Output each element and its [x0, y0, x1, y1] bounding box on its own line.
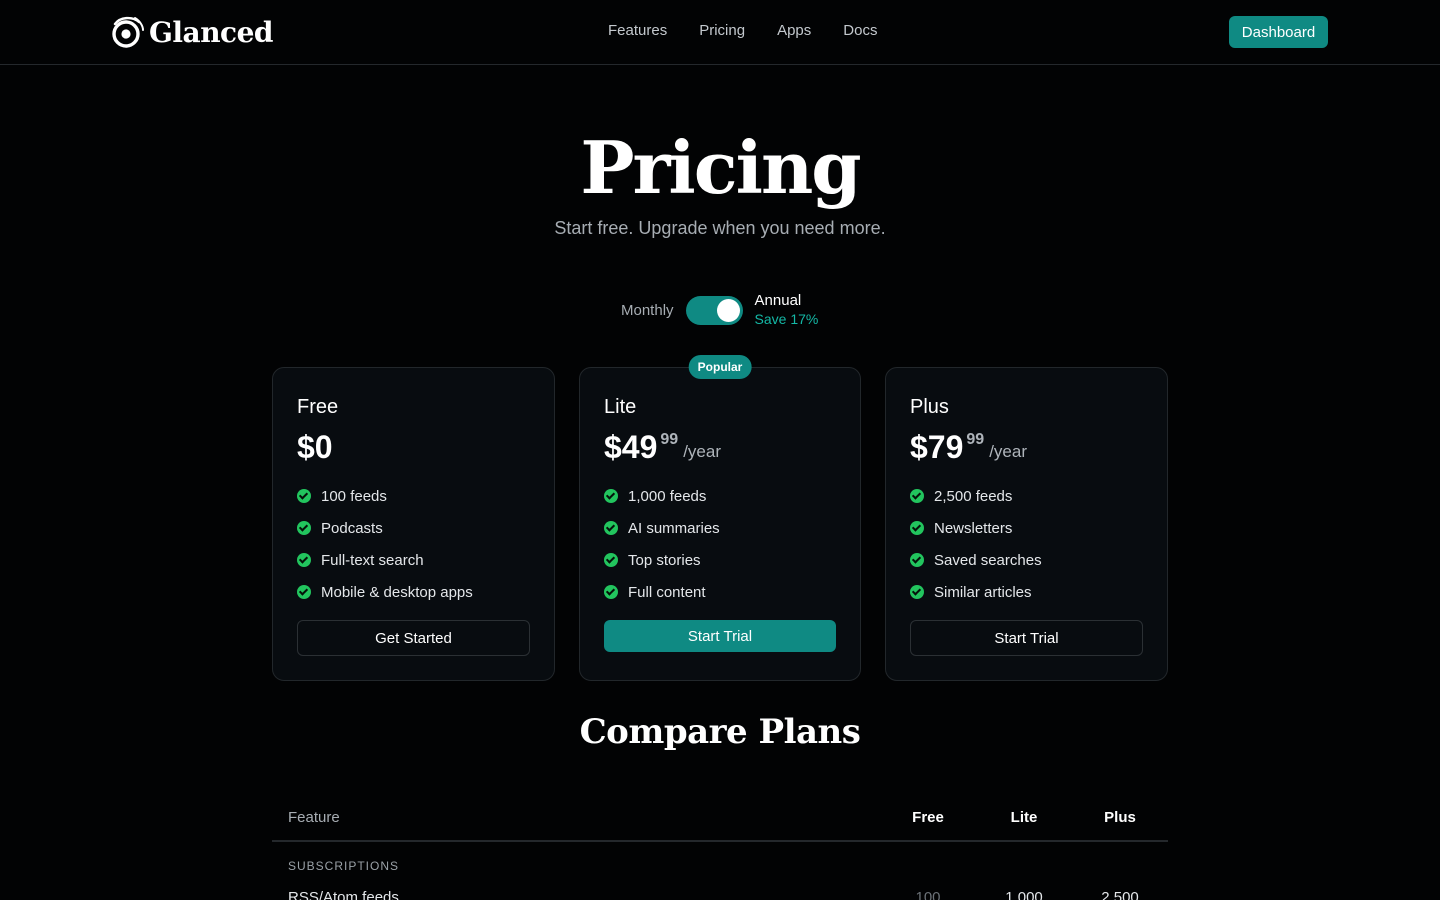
feature-item: Full content [604, 576, 720, 608]
feature-item: Top stories [604, 544, 720, 576]
feature-text: Mobile & desktop apps [321, 583, 473, 601]
plan-card-plus: Plus $79 99 /year 2,500 feeds Newsletter… [885, 367, 1168, 681]
column-header-free: Free [912, 809, 944, 826]
annual-label: Annual [754, 292, 802, 309]
feature-text: AI summaries [628, 519, 720, 537]
start-trial-lite-button[interactable]: Start Trial [604, 620, 836, 652]
feature-item: AI summaries [604, 512, 720, 544]
plan-name: Lite [604, 396, 637, 418]
glanced-logo-icon [111, 15, 145, 49]
check-circle-icon [297, 585, 311, 599]
switch-knob [716, 298, 740, 322]
check-circle-icon [910, 521, 924, 535]
column-header-lite: Lite [1010, 809, 1038, 826]
check-circle-icon [297, 489, 311, 503]
check-circle-icon [604, 489, 618, 503]
monthly-label[interactable]: Monthly [621, 302, 674, 319]
plan-price: $0 [297, 428, 333, 466]
billing-period-toggle: Monthly Annual Save 17% [621, 292, 818, 328]
price-amount: $79 [910, 429, 964, 465]
feature-item: Mobile & desktop apps [297, 576, 473, 608]
popular-badge: Popular [688, 355, 752, 379]
plan-price: $49 99 /year [604, 428, 721, 466]
get-started-button[interactable]: Get Started [297, 620, 530, 656]
annual-option[interactable]: Annual Save 17% [755, 292, 819, 328]
check-circle-icon [910, 553, 924, 567]
feature-list: 100 feeds Podcasts Full-text search Mobi… [297, 480, 473, 608]
feature-text: Top stories [628, 551, 701, 569]
feature-text: 100 feeds [321, 487, 387, 505]
feature-text: 2,500 feeds [934, 487, 1013, 505]
feature-text: Newsletters [934, 519, 1013, 537]
row-value-free: 100 [915, 889, 941, 900]
compare-table: Feature Free Lite Plus SUBSCRIPTIONS RSS… [272, 795, 1168, 900]
feature-text: Full content [628, 583, 706, 601]
feature-list: 2,500 feeds Newsletters Saved searches S… [910, 480, 1042, 608]
main-nav: Features Pricing Apps Docs [608, 22, 877, 39]
check-circle-icon [604, 585, 618, 599]
logo[interactable]: Glanced [111, 14, 274, 50]
row-feature-name: RSS/Atom feeds [288, 889, 399, 900]
price-amount: $0 [297, 429, 333, 465]
annual-savings-label: Save 17% [754, 311, 819, 327]
column-header-plus: Plus [1104, 809, 1136, 826]
feature-item: Podcasts [297, 512, 473, 544]
check-circle-icon [604, 521, 618, 535]
check-circle-icon [297, 521, 311, 535]
plan-card-lite: Popular Lite $49 99 /year 1,000 feeds AI… [579, 355, 861, 681]
column-header-feature: Feature [288, 809, 340, 826]
price-cents: 99 [660, 431, 679, 448]
billing-switch[interactable] [685, 295, 743, 325]
section-label: SUBSCRIPTIONS [288, 859, 400, 873]
check-circle-icon [604, 553, 618, 567]
price-period: /year [683, 442, 721, 461]
feature-item: Saved searches [910, 544, 1042, 576]
feature-text: Full-text search [321, 551, 424, 569]
row-value-lite: 1,000 [1005, 889, 1043, 900]
start-trial-plus-button[interactable]: Start Trial [910, 620, 1143, 656]
feature-text: Similar articles [934, 583, 1032, 601]
feature-item: Full-text search [297, 544, 473, 576]
plan-name: Plus [910, 396, 949, 418]
feature-item: 2,500 feeds [910, 480, 1042, 512]
check-circle-icon [910, 489, 924, 503]
feature-text: Saved searches [934, 551, 1042, 569]
price-period: /year [989, 442, 1027, 461]
table-row: RSS/Atom feeds 100 1,000 2,500 [272, 889, 1168, 900]
price-cents: 99 [966, 431, 985, 448]
brand-name: Glanced [149, 15, 274, 49]
nav-link-docs[interactable]: Docs [843, 22, 877, 39]
nav-link-features[interactable]: Features [608, 22, 667, 39]
feature-item: Newsletters [910, 512, 1042, 544]
nav-link-apps[interactable]: Apps [777, 22, 811, 39]
page-title: Pricing [580, 125, 861, 210]
feature-text: Podcasts [321, 519, 383, 537]
feature-item: 1,000 feeds [604, 480, 720, 512]
plan-price: $79 99 /year [910, 428, 1027, 466]
table-header: Feature Free Lite Plus [272, 795, 1168, 842]
check-circle-icon [297, 553, 311, 567]
nav-link-pricing[interactable]: Pricing [699, 22, 745, 39]
compare-plans-heading: Compare Plans [579, 712, 861, 752]
feature-item: 100 feeds [297, 480, 473, 512]
plan-name: Free [297, 396, 339, 418]
check-circle-icon [910, 585, 924, 599]
page-subtitle: Start free. Upgrade when you need more. [554, 218, 886, 238]
feature-text: 1,000 feeds [628, 487, 707, 505]
feature-list: 1,000 feeds AI summaries Top stories Ful… [604, 480, 720, 608]
row-value-plus: 2,500 [1101, 889, 1139, 900]
feature-item: Similar articles [910, 576, 1042, 608]
plan-card-free: Free $0 100 feeds Podcasts Full-text sea… [272, 367, 555, 681]
price-amount: $49 [604, 429, 658, 465]
dashboard-button[interactable]: Dashboard [1229, 16, 1328, 48]
top-navigation: Glanced Features Pricing Apps Docs Dashb… [0, 0, 1440, 65]
